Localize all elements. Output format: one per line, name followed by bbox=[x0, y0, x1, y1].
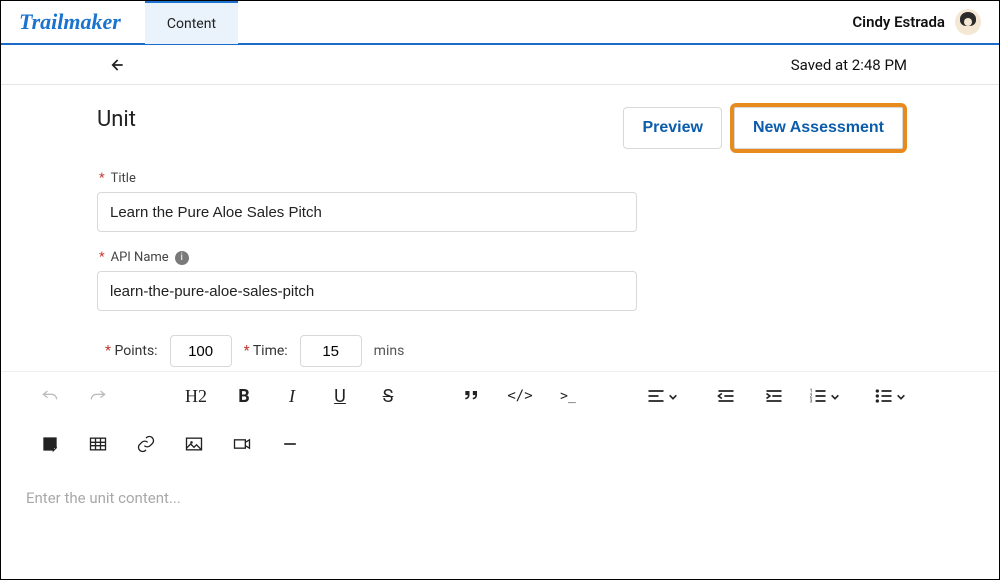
time-label: Time: bbox=[253, 343, 288, 359]
note-button[interactable] bbox=[36, 430, 64, 458]
ordered-list-icon: 123 bbox=[808, 386, 828, 406]
chevron-down-icon bbox=[896, 387, 906, 406]
required-mark: * bbox=[99, 250, 105, 265]
secondary-bar: Saved at 2:48 PM bbox=[1, 45, 999, 85]
api-name-label: API Name bbox=[111, 250, 169, 265]
api-name-input[interactable] bbox=[97, 271, 637, 311]
new-assessment-button-label: New Assessment bbox=[753, 119, 884, 137]
title-label: Title bbox=[111, 171, 136, 186]
saved-status: Saved at 2:48 PM bbox=[791, 56, 907, 74]
bold-button[interactable]: B bbox=[230, 382, 258, 410]
user-name: Cindy Estrada bbox=[852, 13, 945, 31]
quote-icon bbox=[462, 386, 482, 406]
codeblock-label: </> bbox=[507, 388, 532, 404]
mins-label: mins bbox=[374, 343, 405, 359]
indent-increase-icon bbox=[764, 386, 784, 406]
terminal-label: >_ bbox=[560, 389, 576, 404]
avatar[interactable] bbox=[955, 9, 981, 35]
toolbar-row-2 bbox=[2, 420, 998, 468]
italic-label: I bbox=[289, 386, 295, 407]
table-button[interactable] bbox=[84, 430, 112, 458]
arrow-left-icon bbox=[106, 55, 126, 75]
indent-decrease-icon bbox=[716, 386, 736, 406]
tab-content-label: Content bbox=[167, 16, 216, 32]
blockquote-button[interactable] bbox=[458, 382, 486, 410]
top-bar: Trailmaker Content Cindy Estrada bbox=[1, 1, 999, 45]
bullet-list-button[interactable] bbox=[874, 386, 906, 406]
required-mark: * bbox=[244, 343, 250, 359]
image-button[interactable] bbox=[180, 430, 208, 458]
heading2-label: H2 bbox=[185, 386, 207, 407]
video-button[interactable] bbox=[228, 430, 256, 458]
points-label: Points: bbox=[115, 343, 158, 359]
title-input[interactable] bbox=[97, 192, 637, 232]
chevron-down-icon bbox=[668, 387, 678, 406]
align-left-icon bbox=[646, 386, 666, 406]
editor: H2 B I U S </> >_ 123 bbox=[2, 371, 998, 578]
strike-button[interactable]: S bbox=[374, 382, 402, 410]
ordered-list-button[interactable]: 123 bbox=[808, 386, 840, 406]
required-mark: * bbox=[99, 171, 105, 186]
align-button[interactable] bbox=[646, 386, 678, 406]
logo-word-b: maker bbox=[63, 9, 120, 34]
app-logo: Trailmaker bbox=[19, 9, 121, 35]
svg-text:3: 3 bbox=[810, 399, 813, 405]
bold-label: B bbox=[238, 386, 250, 407]
underline-button[interactable]: U bbox=[326, 382, 354, 410]
api-name-field: * API Name i bbox=[97, 250, 637, 311]
page-title: Unit bbox=[97, 107, 136, 132]
editor-body[interactable]: Enter the unit content... bbox=[2, 468, 998, 527]
table-icon bbox=[88, 434, 108, 454]
points-input[interactable] bbox=[170, 335, 232, 367]
redo-icon bbox=[88, 386, 108, 406]
redo-button[interactable] bbox=[84, 382, 112, 410]
underline-label: U bbox=[334, 386, 346, 407]
bullet-list-icon bbox=[874, 386, 894, 406]
tab-content[interactable]: Content bbox=[145, 0, 238, 44]
toolbar-row-1: H2 B I U S </> >_ 123 bbox=[2, 372, 998, 420]
undo-button[interactable] bbox=[36, 382, 64, 410]
hr-button[interactable] bbox=[276, 430, 304, 458]
video-icon bbox=[232, 434, 252, 454]
time-input[interactable] bbox=[300, 335, 362, 367]
chevron-down-icon bbox=[830, 387, 840, 406]
title-field: * Title bbox=[97, 171, 637, 232]
logo-word-a: Trail bbox=[19, 9, 63, 34]
minus-icon bbox=[280, 434, 300, 454]
undo-icon bbox=[40, 386, 60, 406]
main-area: Unit Preview New Assessment * Title bbox=[1, 85, 999, 367]
indent-increase-button[interactable] bbox=[760, 382, 788, 410]
preview-button[interactable]: Preview bbox=[623, 107, 721, 149]
info-icon[interactable]: i bbox=[175, 251, 189, 265]
link-button[interactable] bbox=[132, 430, 160, 458]
image-icon bbox=[184, 434, 204, 454]
terminal-button[interactable]: >_ bbox=[554, 382, 582, 410]
italic-button[interactable]: I bbox=[278, 382, 306, 410]
heading2-button[interactable]: H2 bbox=[182, 382, 210, 410]
required-mark: * bbox=[105, 343, 111, 359]
indent-decrease-button[interactable] bbox=[712, 382, 740, 410]
strike-label: S bbox=[383, 386, 394, 407]
preview-button-label: Preview bbox=[642, 119, 702, 137]
sticky-note-icon bbox=[40, 434, 60, 454]
editor-placeholder: Enter the unit content... bbox=[26, 489, 181, 507]
codeblock-button[interactable]: </> bbox=[506, 382, 534, 410]
new-assessment-button[interactable]: New Assessment bbox=[734, 107, 903, 149]
back-button[interactable] bbox=[101, 50, 131, 80]
link-icon bbox=[136, 434, 156, 454]
